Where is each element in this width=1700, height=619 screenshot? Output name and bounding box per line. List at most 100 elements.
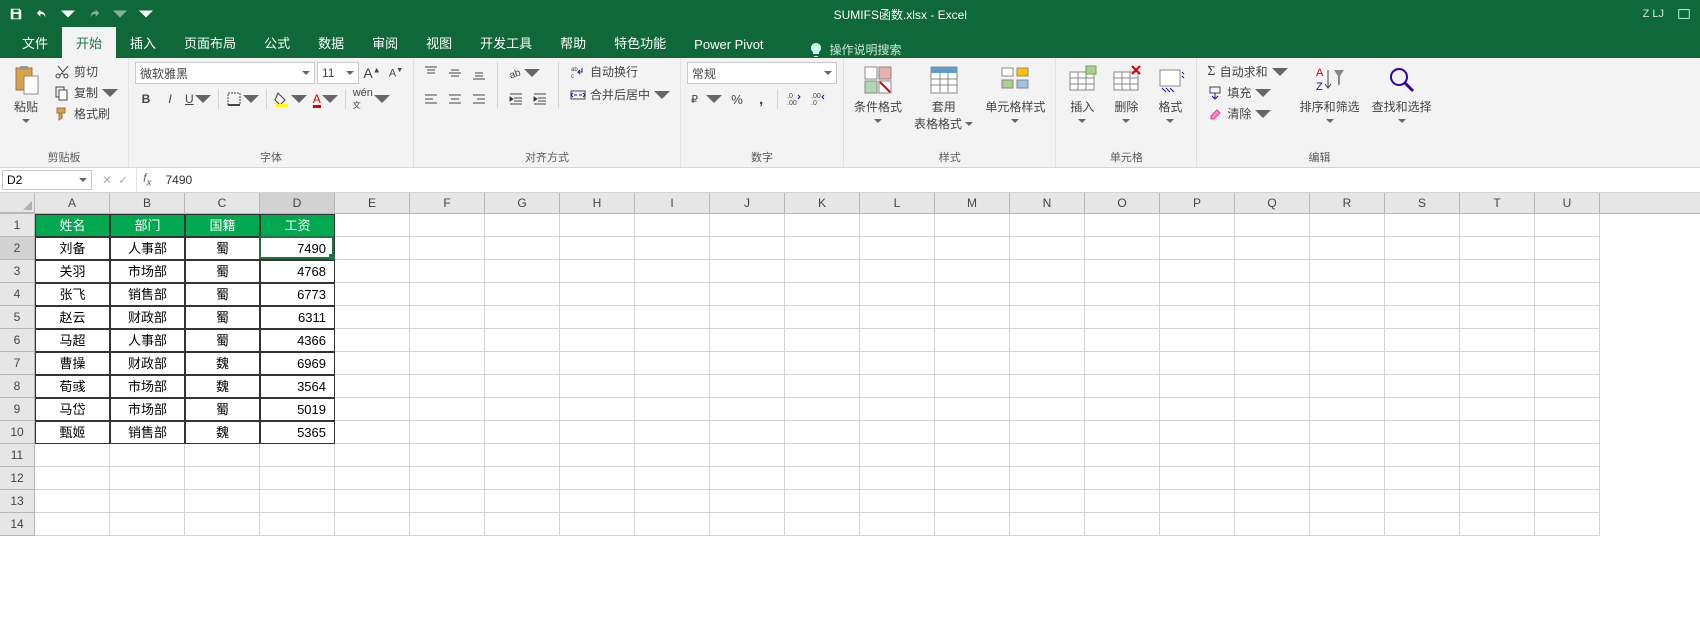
copy-button[interactable]: 复制 (50, 83, 122, 102)
indent-decrease-button[interactable] (505, 88, 527, 110)
cell[interactable] (1385, 283, 1460, 306)
cell[interactable] (35, 490, 110, 513)
cell[interactable] (1235, 490, 1310, 513)
cell[interactable] (785, 467, 860, 490)
cell[interactable] (1085, 237, 1160, 260)
cell[interactable]: 蜀 (185, 237, 260, 260)
cell[interactable] (1160, 375, 1235, 398)
column-header[interactable]: B (110, 193, 185, 213)
cell[interactable] (410, 260, 485, 283)
cell[interactable] (935, 352, 1010, 375)
cell[interactable] (860, 283, 935, 306)
cell[interactable] (710, 352, 785, 375)
cell[interactable] (1085, 421, 1160, 444)
cell[interactable] (1010, 306, 1085, 329)
cell[interactable] (1385, 398, 1460, 421)
row-header[interactable]: 6 (0, 329, 35, 352)
cell[interactable] (1385, 329, 1460, 352)
cell[interactable] (1310, 444, 1385, 467)
cell[interactable] (635, 375, 710, 398)
column-header[interactable]: P (1160, 193, 1235, 213)
cell[interactable] (110, 513, 185, 536)
cell[interactable] (1535, 490, 1600, 513)
cell[interactable] (1235, 260, 1310, 283)
cell[interactable] (1460, 306, 1535, 329)
cell[interactable] (935, 398, 1010, 421)
cell[interactable] (1460, 467, 1535, 490)
cell[interactable] (1085, 398, 1160, 421)
cell[interactable]: 财政部 (110, 352, 185, 375)
cell[interactable] (485, 329, 560, 352)
cell[interactable] (185, 467, 260, 490)
column-header[interactable]: I (635, 193, 710, 213)
cell[interactable]: 马岱 (35, 398, 110, 421)
wrap-text-button[interactable]: abc自动换行 (566, 62, 674, 81)
tab-help[interactable]: 帮助 (546, 27, 600, 58)
ribbon-display-icon[interactable] (1672, 2, 1696, 26)
cell[interactable] (1535, 214, 1600, 237)
cell[interactable] (1010, 237, 1085, 260)
cell[interactable] (410, 306, 485, 329)
cell[interactable] (935, 283, 1010, 306)
cell[interactable] (710, 283, 785, 306)
column-header[interactable]: O (1085, 193, 1160, 213)
cell[interactable] (860, 467, 935, 490)
tab-insert[interactable]: 插入 (116, 27, 170, 58)
cell[interactable] (35, 444, 110, 467)
cell[interactable] (260, 467, 335, 490)
tab-special[interactable]: 特色功能 (600, 27, 680, 58)
cell[interactable] (560, 237, 635, 260)
cell[interactable] (860, 329, 935, 352)
cell[interactable]: 4768 (260, 260, 335, 283)
grow-font-button[interactable]: A▲ (361, 62, 383, 84)
comma-button[interactable]: , (750, 88, 772, 110)
cell[interactable] (1535, 352, 1600, 375)
shrink-font-button[interactable]: A▼ (385, 62, 407, 84)
cell[interactable] (110, 490, 185, 513)
cell[interactable] (1235, 283, 1310, 306)
cell[interactable] (1160, 306, 1235, 329)
column-header[interactable]: M (935, 193, 1010, 213)
cell[interactable] (485, 283, 560, 306)
cell[interactable] (560, 260, 635, 283)
cell[interactable] (710, 490, 785, 513)
cell[interactable] (1385, 467, 1460, 490)
cell[interactable] (1010, 444, 1085, 467)
cell[interactable] (1310, 329, 1385, 352)
cell[interactable] (1385, 375, 1460, 398)
select-all-corner[interactable] (0, 193, 35, 213)
cell[interactable] (260, 490, 335, 513)
cell[interactable] (1535, 260, 1600, 283)
format-cells-button[interactable]: 格式 (1150, 62, 1190, 127)
cancel-formula-icon[interactable]: ✕ (102, 173, 112, 187)
cell[interactable] (935, 329, 1010, 352)
cell[interactable] (785, 329, 860, 352)
column-header[interactable]: H (560, 193, 635, 213)
save-icon[interactable] (4, 2, 28, 26)
orientation-button[interactable]: ab (505, 62, 542, 84)
cell[interactable] (635, 329, 710, 352)
cell[interactable] (335, 467, 410, 490)
cell[interactable] (1010, 260, 1085, 283)
cell[interactable]: 赵云 (35, 306, 110, 329)
cell[interactable] (635, 214, 710, 237)
cell[interactable]: 销售部 (110, 283, 185, 306)
cell[interactable] (635, 513, 710, 536)
cell[interactable] (410, 375, 485, 398)
cell[interactable] (1460, 490, 1535, 513)
cell[interactable] (1235, 214, 1310, 237)
cut-button[interactable]: 剪切 (50, 62, 122, 81)
cell[interactable] (560, 283, 635, 306)
cell[interactable] (560, 467, 635, 490)
cell[interactable] (1385, 237, 1460, 260)
column-header[interactable]: K (785, 193, 860, 213)
row-header[interactable]: 9 (0, 398, 35, 421)
cell[interactable] (1460, 237, 1535, 260)
cell[interactable] (335, 398, 410, 421)
row-header[interactable]: 12 (0, 467, 35, 490)
cell[interactable]: 姓名 (35, 214, 110, 237)
cell[interactable] (485, 467, 560, 490)
cell[interactable] (1535, 237, 1600, 260)
cell[interactable] (1535, 306, 1600, 329)
cell[interactable] (710, 260, 785, 283)
